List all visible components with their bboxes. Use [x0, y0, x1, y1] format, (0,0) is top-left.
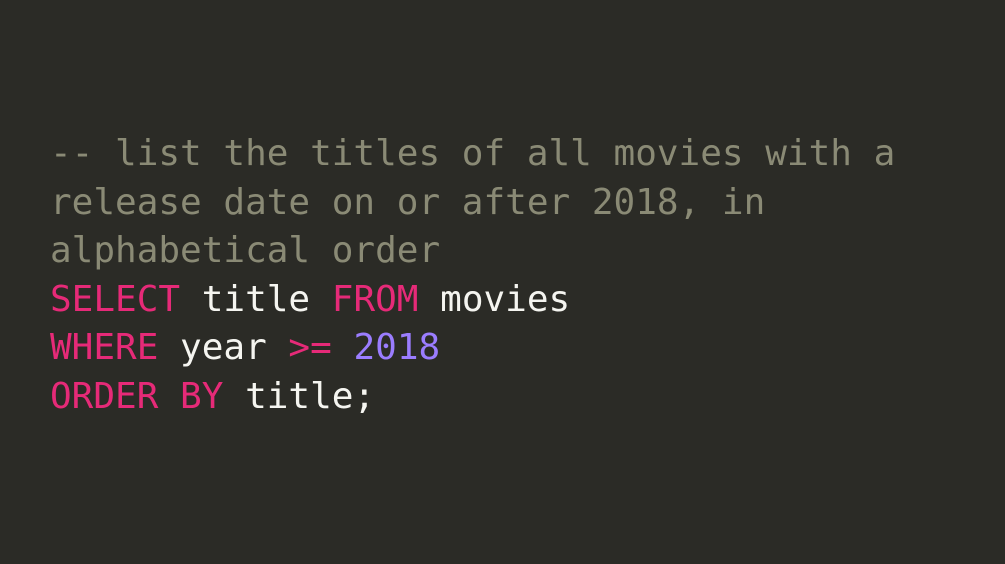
keyword-order-by: ORDER BY [50, 376, 223, 417]
column-title: title [180, 279, 332, 320]
keyword-where: WHERE [50, 327, 158, 368]
sql-code-block: -- list the titles of all movies with a … [50, 130, 955, 422]
keyword-from: FROM [332, 279, 419, 320]
space [332, 327, 354, 368]
semicolon: ; [353, 376, 375, 417]
keyword-select: SELECT [50, 279, 180, 320]
table-movies: movies [418, 279, 570, 320]
literal-2018: 2018 [353, 327, 440, 368]
column-title-order: title [223, 376, 353, 417]
column-year: year [158, 327, 288, 368]
operator-gte: >= [288, 327, 331, 368]
sql-comment: -- list the titles of all movies with a … [50, 133, 917, 271]
